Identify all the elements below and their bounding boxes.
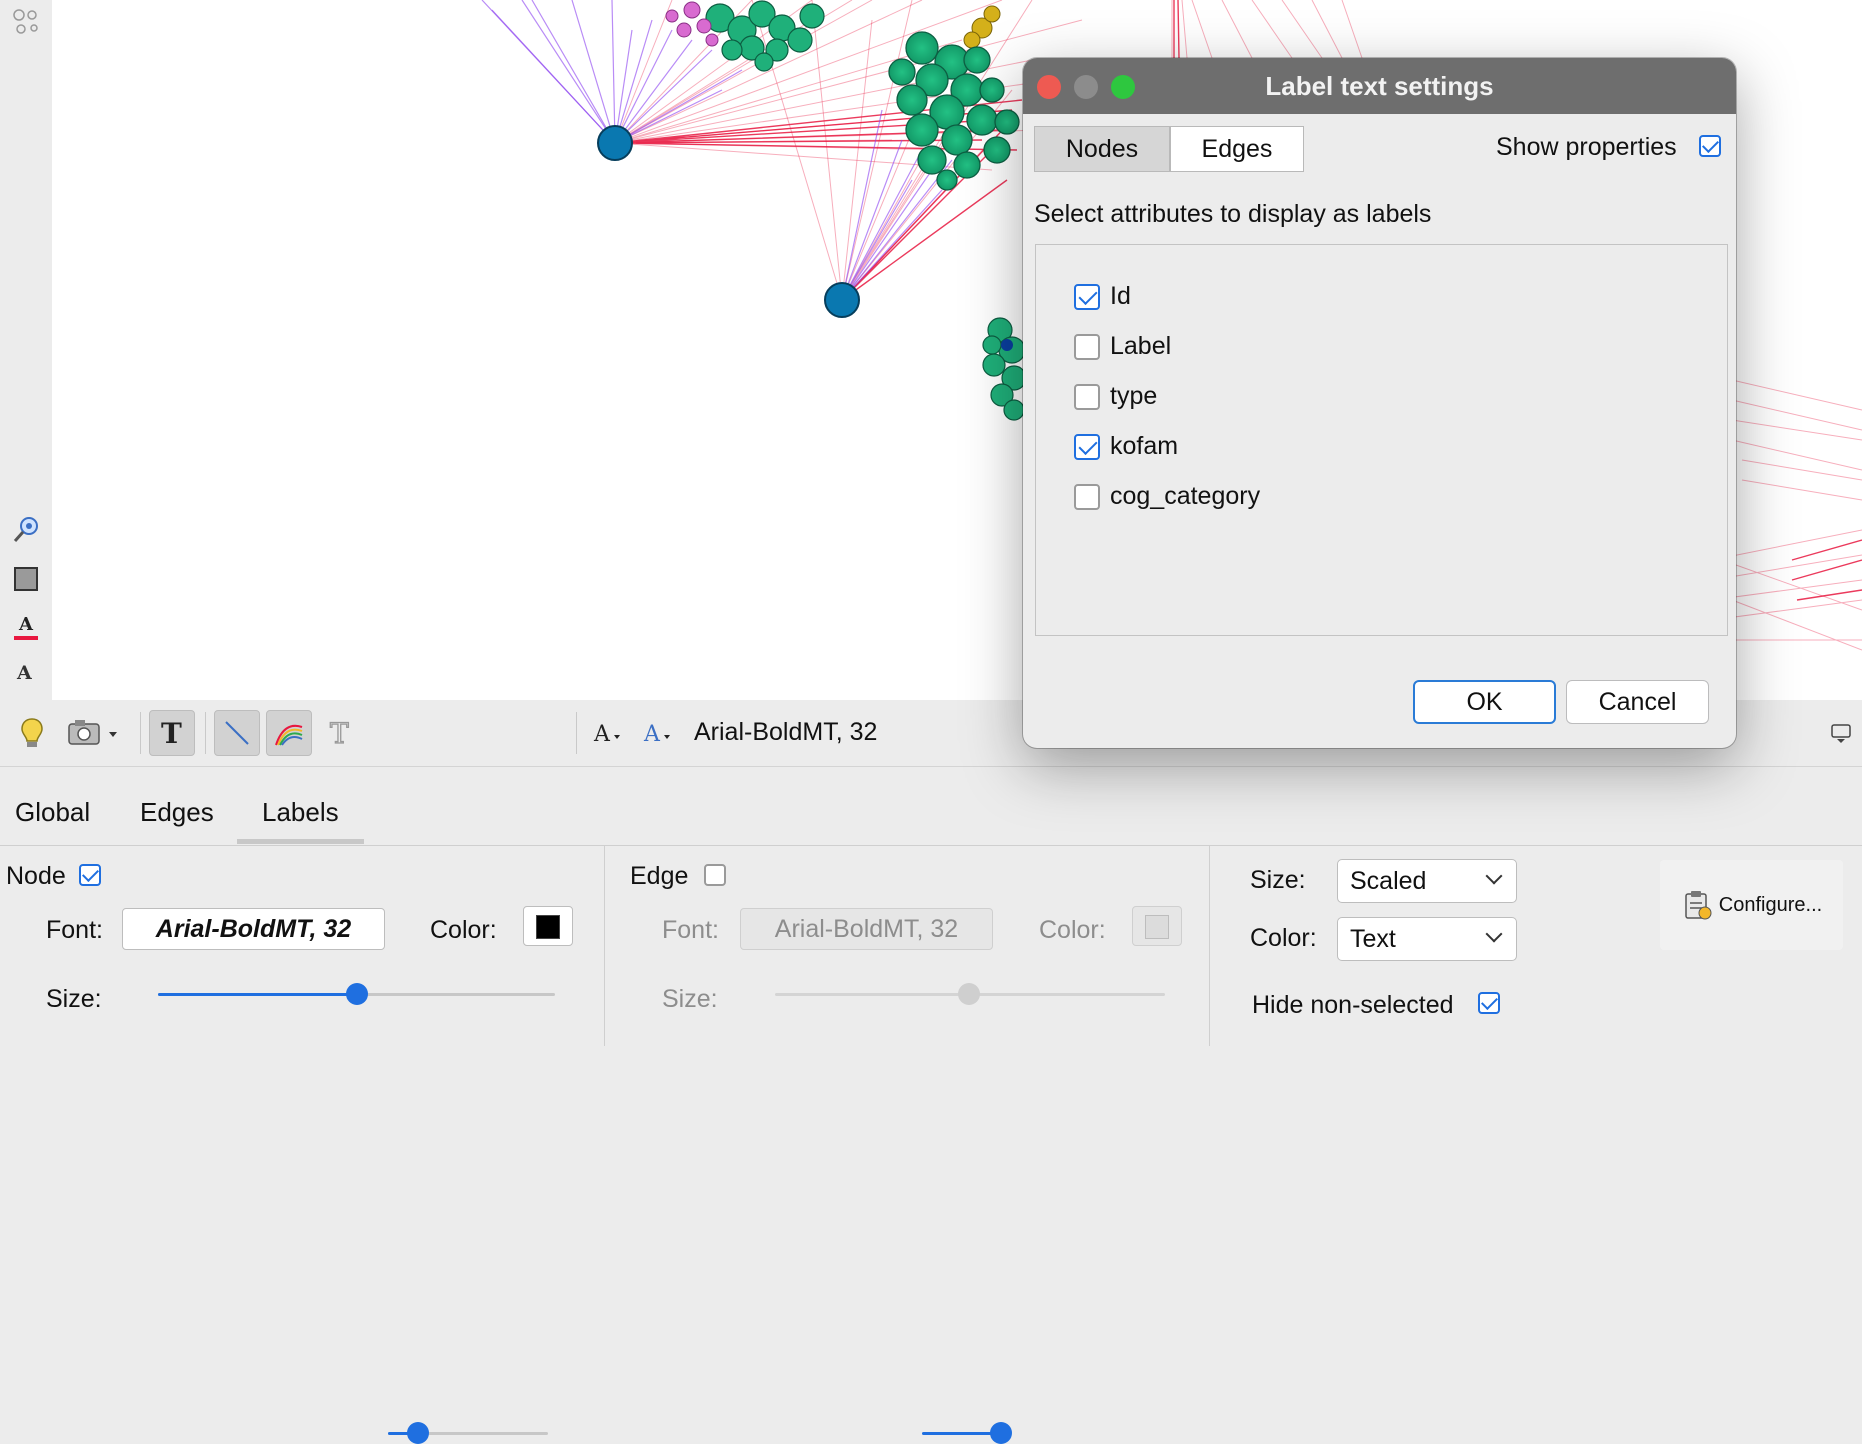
attribute-label: cog_category [1110,482,1261,510]
dialog-instruction: Select attributes to display as labels [1034,200,1432,228]
node-font-field[interactable]: Arial-BoldMT, 32 [122,908,385,950]
node-labels-checkbox[interactable] [79,864,101,886]
size-mode-select[interactable]: Scaled [1337,859,1517,903]
cancel-button[interactable]: Cancel [1566,680,1709,724]
svg-text:A: A [593,722,611,747]
attribute-checkbox[interactable] [1074,284,1100,310]
attribute-list: Id Label type kofam cog_category [1035,244,1728,636]
svg-text:A: A [643,722,661,747]
edge-line-icon[interactable] [214,710,260,756]
hide-non-selected-label: Hide non-selected [1252,991,1454,1019]
clipboard-icon [1685,891,1712,920]
edge-font-label: Font: [662,916,719,944]
svg-text:A: A [18,614,34,635]
tab-edges-dialog[interactable]: Edges [1170,126,1304,172]
edge-color-label: Color: [1039,916,1106,944]
zoom-icon[interactable] [0,510,52,550]
attribute-label: kofam [1110,432,1179,460]
svg-text:T: T [330,718,349,748]
node-size-label: Size: [46,985,102,1013]
configure-label: Configure... [1718,893,1823,916]
size-mode-value: Scaled [1350,866,1427,895]
attribute-checkbox[interactable] [1074,334,1100,360]
font-size-icon[interactable]: A [590,710,626,756]
show-properties-label: Show properties [1496,133,1677,161]
font-readout: Arial-BoldMT, 32 [694,718,878,746]
svg-text:T: T [161,718,182,748]
font-color-icon[interactable]: A [0,606,52,646]
graph-layout-icon[interactable] [0,2,52,42]
edge-color-button[interactable] [1132,906,1182,946]
node-color-button[interactable] [523,906,573,946]
expand-panel-icon[interactable] [1826,710,1856,756]
chevron-down-icon [1485,867,1503,885]
edge-label: Edge [630,862,689,890]
dialog-title: Label text settings [1265,71,1494,101]
color-mode-select[interactable]: Text [1337,917,1517,961]
node-color-label: Color: [430,916,497,944]
screenshot-icon[interactable] [64,710,124,756]
edge-font-field[interactable]: Arial-BoldMT, 32 [740,908,993,950]
font-icon[interactable]: A [0,652,52,692]
tab-selected-indicator [237,839,364,844]
attribute-checkbox[interactable] [1074,384,1100,410]
hub-node [597,125,633,161]
background-color-icon[interactable] [0,559,52,599]
attribute-checkbox[interactable] [1074,484,1100,510]
tab-nodes[interactable]: Nodes [1034,126,1170,172]
attribute-label: Label [1110,332,1172,360]
show-labels-icon[interactable]: T [149,710,195,756]
tab-global[interactable]: Global [15,797,90,828]
hub-node [824,282,860,318]
ok-button[interactable]: OK [1413,680,1556,724]
lightbulb-icon[interactable] [9,710,55,756]
svg-text:A: A [16,662,32,684]
dialog-titlebar[interactable]: Label text settings [1023,58,1736,114]
edge-color-icon[interactable] [266,710,312,756]
hide-non-selected-checkbox[interactable] [1478,992,1500,1014]
edge-size-label: Size: [662,985,718,1013]
configure-button[interactable]: Configure... [1660,860,1843,950]
attribute-checkbox[interactable] [1074,434,1100,460]
edge-labels-checkbox[interactable] [704,864,726,886]
edge-color-swatch [1145,915,1169,939]
node-color-swatch [536,915,560,939]
properties-tabs: Global Edges Labels [0,767,1862,846]
show-properties-checkbox[interactable] [1699,135,1721,157]
label-text-settings-dialog: Label text settings Nodes Edges Show pro… [1023,58,1736,748]
node-cluster-side [982,317,1027,421]
color-mode-label: Color: [1250,924,1317,952]
attribute-label: type [1110,382,1158,410]
left-tool-strip: A A [0,0,52,700]
attribute-label: Id [1110,282,1131,310]
label-text-icon[interactable]: T [318,710,364,756]
node-cluster-top [705,0,825,72]
font-color-icon[interactable]: A [640,710,676,756]
size-mode-label: Size: [1250,866,1306,894]
chevron-down-icon [1485,925,1503,943]
tab-edges[interactable]: Edges [140,797,214,828]
tab-labels[interactable]: Labels [262,797,339,828]
node-label: Node [6,862,66,890]
color-mode-value: Text [1350,924,1396,953]
node-font-label: Font: [46,916,103,944]
